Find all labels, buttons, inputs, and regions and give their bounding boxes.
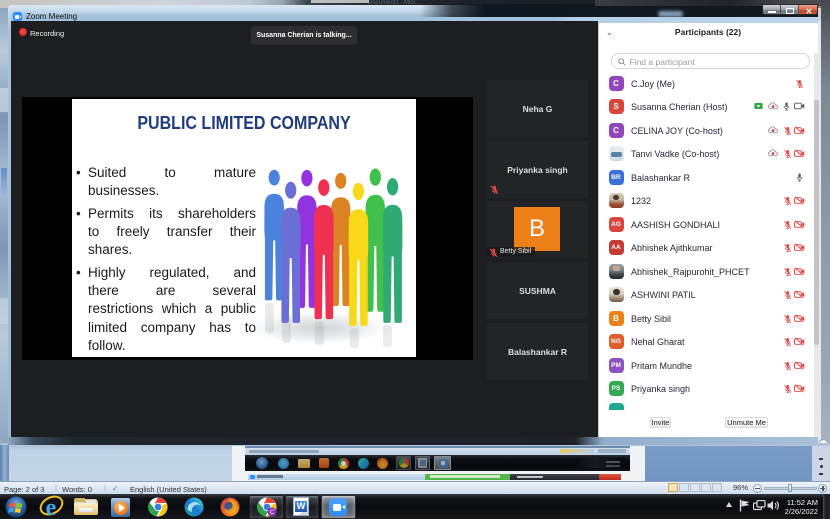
svg-text:C: C <box>270 510 275 516</box>
svg-text:e: e <box>46 495 57 519</box>
